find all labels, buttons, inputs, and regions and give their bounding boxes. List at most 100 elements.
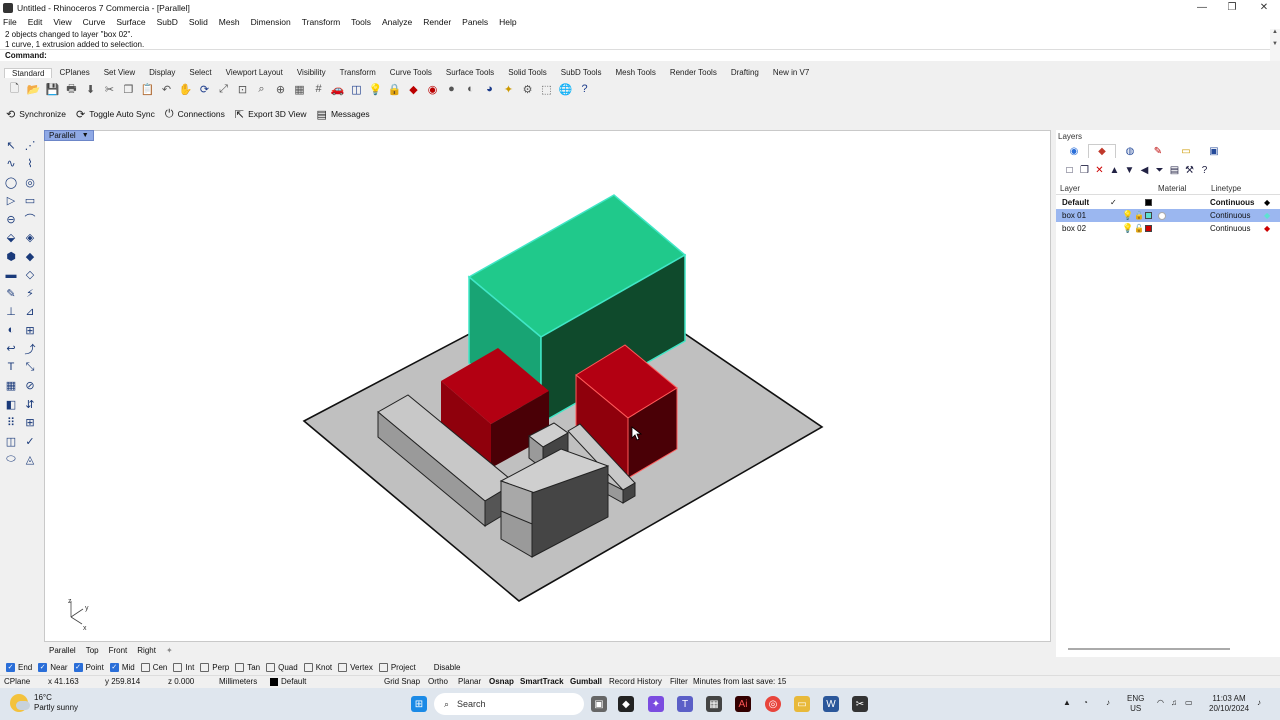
mesh-icon[interactable]: ◇: [22, 267, 38, 283]
point-icon[interactable]: ⋰: [22, 137, 38, 153]
osnap-checkbox[interactable]: ✓: [6, 662, 15, 672]
paint-icon[interactable]: ◬: [22, 452, 38, 468]
viewports-icon[interactable]: ▦: [291, 81, 308, 97]
layer-linetype[interactable]: Continuous: [1210, 224, 1250, 233]
grid-icon[interactable]: #: [310, 81, 327, 97]
word-icon[interactable]: W: [823, 696, 839, 712]
move-icon[interactable]: ⤴: [22, 341, 38, 357]
windows-start-icon[interactable]: ⊞: [411, 696, 427, 712]
undo-icon[interactable]: ↩: [3, 341, 19, 357]
material-swatch[interactable]: [1158, 211, 1166, 220]
status-toggle-gumball[interactable]: Gumball: [570, 677, 602, 686]
layer-linetype[interactable]: Continuous: [1210, 211, 1250, 220]
osnap-checkbox[interactable]: ✓: [73, 662, 83, 672]
paste-icon[interactable]: 📋: [139, 81, 156, 97]
libraries-tab-icon[interactable]: ▭: [1172, 144, 1200, 158]
subtool-toggle-auto-sync-button[interactable]: ⟳ Toggle Auto Sync: [76, 108, 155, 121]
status-toggle-filter[interactable]: Filter: [670, 677, 688, 686]
volume-icon[interactable]: ♫: [1171, 698, 1177, 708]
add-view-tab-icon[interactable]: ✦: [161, 646, 178, 655]
layer-color-swatch[interactable]: [1145, 225, 1152, 232]
help-icon[interactable]: ?: [576, 81, 593, 97]
array-icon[interactable]: ⊞: [22, 322, 38, 338]
layers-tab-icon[interactable]: ◆: [1088, 144, 1116, 158]
osnap-checkbox[interactable]: [235, 662, 245, 672]
tab-standard[interactable]: Standard: [4, 67, 53, 78]
ellipse-icon[interactable]: ◎: [22, 174, 38, 190]
menu-view[interactable]: View: [53, 17, 71, 27]
osnap-checkbox[interactable]: [266, 662, 276, 672]
menu-subd[interactable]: SubD: [157, 17, 178, 27]
polyline-icon[interactable]: ∿: [3, 156, 19, 172]
tab-curve-tools[interactable]: Curve Tools: [383, 68, 439, 77]
osnap-mid[interactable]: ✓ Mid: [109, 662, 135, 672]
clock[interactable]: 11:03 AM 20/10/2024: [1209, 694, 1249, 714]
lock-open-icon[interactable]: 🔓: [1134, 224, 1144, 233]
rotate-view-icon[interactable]: ⟳: [196, 81, 213, 97]
new-icon[interactable]: 🗋: [6, 81, 23, 97]
menu-mesh[interactable]: Mesh: [219, 17, 240, 27]
osnap-checkbox[interactable]: [378, 662, 388, 672]
viewport-parallel[interactable]: z y x: [44, 130, 1051, 642]
menu-transform[interactable]: Transform: [302, 17, 340, 27]
tab-visibility[interactable]: Visibility: [290, 68, 333, 77]
osnap-vertex[interactable]: Vertex: [338, 662, 373, 672]
view-tab-right[interactable]: Right: [132, 646, 161, 655]
status-toggle-grid-snap[interactable]: Grid Snap: [384, 677, 420, 686]
visibility-bulb-icon[interactable]: 💡: [1122, 210, 1133, 221]
subtool-export-3d-view-button[interactable]: ⇱ Export 3D View: [235, 108, 307, 121]
snipping-icon[interactable]: ✂: [852, 696, 868, 712]
tab-solid-tools[interactable]: Solid Tools: [501, 68, 554, 77]
view-tab-parallel[interactable]: Parallel: [44, 646, 81, 655]
filter-icon[interactable]: ⏷: [1152, 165, 1167, 176]
view-tab-front[interactable]: Front: [104, 646, 133, 655]
layer-copy-icon[interactable]: ▤: [1167, 165, 1182, 176]
menu-file[interactable]: File: [3, 17, 17, 27]
select-icon[interactable]: ↖: [3, 137, 19, 153]
osnap-near[interactable]: ✓ Near: [38, 662, 68, 672]
mic-icon[interactable]: ♪: [1106, 698, 1110, 708]
tab-transform[interactable]: Transform: [333, 68, 383, 77]
file-explorer-icon[interactable]: ▭: [794, 696, 810, 712]
menu-solid[interactable]: Solid: [189, 17, 208, 27]
task-view-icon[interactable]: ▣: [591, 696, 607, 712]
move-left-icon[interactable]: ◀: [1137, 165, 1152, 176]
cut-icon[interactable]: ✂: [101, 81, 118, 97]
command-input[interactable]: [48, 51, 649, 60]
print-color-icon[interactable]: ◆: [1264, 198, 1270, 207]
rhino-taskbar-icon[interactable]: ◆: [618, 696, 634, 712]
menu-curve[interactable]: Curve: [83, 17, 106, 27]
block-icon[interactable]: ◫: [3, 433, 19, 449]
group-icon[interactable]: ⊞: [22, 415, 38, 431]
chevron-down-icon[interactable]: ▼: [82, 132, 89, 139]
osnap-checkbox[interactable]: [140, 662, 150, 672]
sweep-icon[interactable]: ◈: [22, 230, 38, 246]
zoom-selected-icon[interactable]: ⊕: [272, 81, 289, 97]
viewport-title-tab[interactable]: Parallel ▼: [44, 130, 94, 141]
tools-icon[interactable]: ⚒: [1182, 165, 1197, 176]
light-icon[interactable]: 💡: [367, 81, 384, 97]
chrome-icon[interactable]: ◎: [765, 696, 781, 712]
curve-icon[interactable]: ⌇: [22, 156, 38, 172]
lock-open-icon[interactable]: 🔓: [1134, 211, 1144, 220]
tab-subd-tools[interactable]: SubD Tools: [554, 68, 609, 77]
subtool-messages-button[interactable]: ▤ Messages: [317, 108, 370, 121]
circle-icon[interactable]: ◯: [3, 174, 19, 190]
menu-surface[interactable]: Surface: [116, 17, 145, 27]
tab-surface-tools[interactable]: Surface Tools: [439, 68, 501, 77]
copy-icon[interactable]: ❐: [120, 81, 137, 97]
grid-icon[interactable]: ▦: [3, 378, 19, 394]
tab-display[interactable]: Display: [142, 68, 182, 77]
view-tab-top[interactable]: Top: [81, 646, 104, 655]
osnap-checkbox[interactable]: [338, 662, 348, 672]
status-toggle-planar[interactable]: Planar: [458, 677, 481, 686]
tab-viewport-layout[interactable]: Viewport Layout: [219, 68, 290, 77]
align-icon[interactable]: ⇵: [22, 396, 38, 412]
osnap-cen[interactable]: Cen: [140, 662, 167, 672]
tray-overflow-icon[interactable]: ▲: [1063, 698, 1071, 708]
osnap-checkbox[interactable]: [173, 662, 183, 672]
tab-drafting[interactable]: Drafting: [724, 68, 766, 77]
status-toggle-smarttrack[interactable]: SmartTrack: [520, 677, 564, 686]
sphere-icon[interactable]: ●: [443, 81, 460, 97]
trim-icon[interactable]: ⊘: [22, 378, 38, 394]
